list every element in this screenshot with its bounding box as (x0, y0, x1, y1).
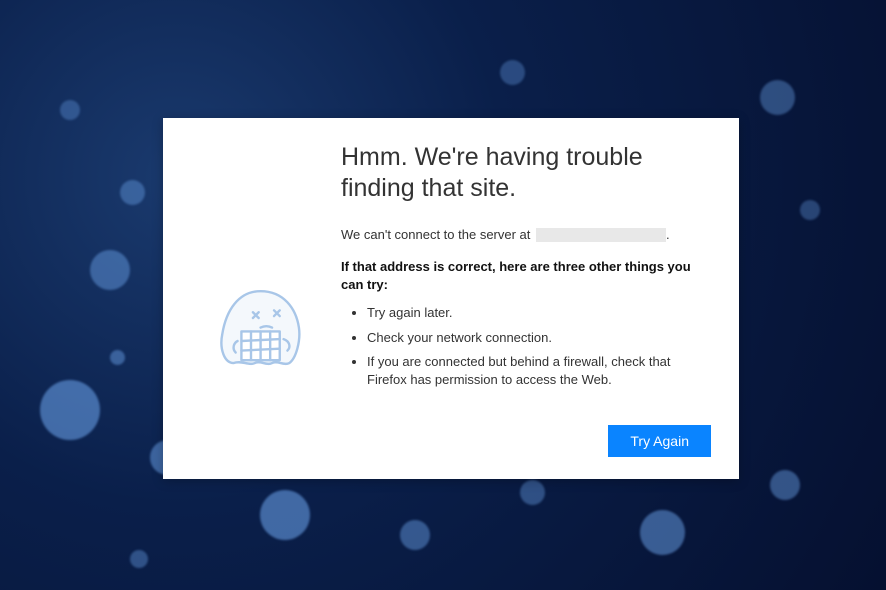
server-address-redacted (536, 228, 666, 242)
list-item: Check your network connection. (367, 329, 711, 347)
error-lead: We can't connect to the server at . (341, 227, 711, 243)
error-illustration (183, 142, 341, 395)
error-lead-suffix: . (666, 227, 670, 242)
error-lead-prefix: We can't connect to the server at (341, 227, 530, 242)
confused-ghost-icon (205, 272, 320, 387)
list-item: If you are connected but behind a firewa… (367, 353, 711, 389)
error-dialog: Hmm. We're having trouble finding that s… (163, 118, 739, 479)
error-subhead: If that address is correct, here are thr… (341, 258, 711, 294)
list-item: Try again later. (367, 304, 711, 322)
error-title: Hmm. We're having trouble finding that s… (341, 142, 711, 205)
try-again-button[interactable]: Try Again (608, 425, 711, 457)
suggestion-list: Try again later. Check your network conn… (341, 304, 711, 389)
